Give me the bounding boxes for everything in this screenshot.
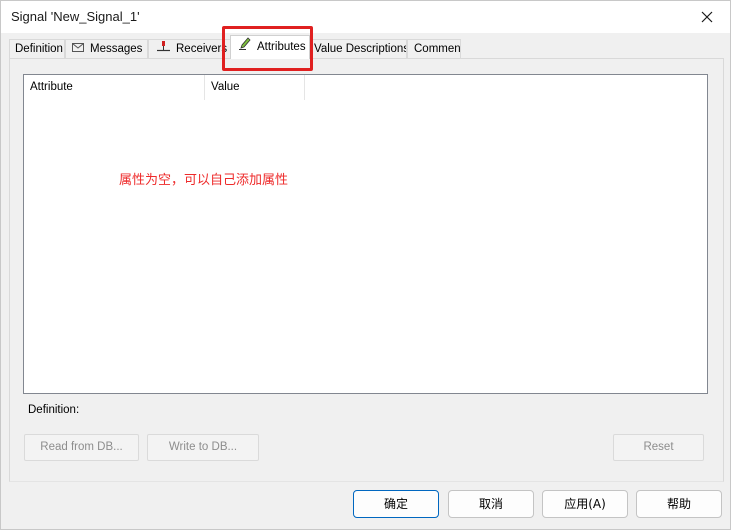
tab-value-descriptions[interactable]: Value Descriptions xyxy=(310,39,407,59)
tab-label: Definition xyxy=(15,43,63,55)
help-button[interactable]: 帮助 xyxy=(636,490,722,518)
attribute-list[interactable]: Attribute Value xyxy=(23,74,708,394)
tab-label: Messages xyxy=(90,43,143,56)
tab-label: Receivers xyxy=(176,43,228,56)
write-to-db-button[interactable]: Write to DB... xyxy=(147,434,259,461)
tab-label: Comment xyxy=(414,43,461,55)
close-button[interactable] xyxy=(684,1,730,33)
list-header: Attribute Value xyxy=(24,75,707,100)
tab-messages[interactable]: Messages xyxy=(65,39,148,59)
annotation-note: 属性为空，可以自己添加属性 xyxy=(119,173,289,188)
tab-receivers[interactable]: Receivers xyxy=(148,39,232,59)
highlight-box xyxy=(222,26,313,71)
title-bar: Signal 'New_Signal_1' xyxy=(1,1,730,33)
envelope-icon xyxy=(72,40,84,58)
dialog-window: Signal 'New_Signal_1' Definition Message… xyxy=(0,0,731,530)
cancel-button[interactable]: 取消 xyxy=(448,490,534,518)
definition-label: Definition: xyxy=(28,404,80,416)
receiver-icon xyxy=(157,40,170,58)
ok-button[interactable]: 确定 xyxy=(353,490,439,518)
column-header-attribute[interactable]: Attribute xyxy=(24,75,205,100)
read-from-db-button[interactable]: Read from DB... xyxy=(24,434,139,461)
reset-button[interactable]: Reset xyxy=(613,434,704,461)
tab-strip: Definition Messages Receivers Attributes… xyxy=(9,35,724,59)
tab-definition[interactable]: Definition xyxy=(9,39,65,59)
tab-comment[interactable]: Comment xyxy=(407,39,461,59)
column-header-value[interactable]: Value xyxy=(205,75,305,100)
tab-label: Value Descriptions xyxy=(314,43,407,55)
apply-button[interactable]: 应用(A) xyxy=(542,490,628,518)
window-title: Signal 'New_Signal_1' xyxy=(11,9,140,24)
close-icon xyxy=(701,11,713,23)
